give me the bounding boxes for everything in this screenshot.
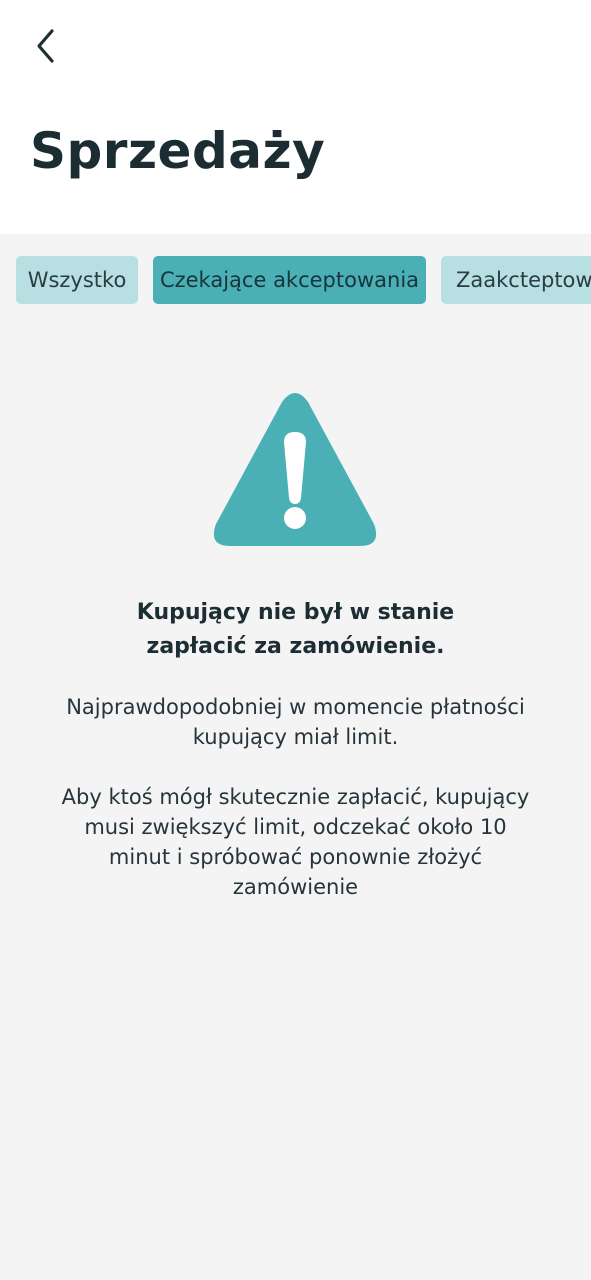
alert-title-line: Kupujący nie był w stanie <box>136 600 455 625</box>
filter-tabs: Wszystko Czekające akceptowania Zaakctep… <box>0 234 591 324</box>
chevron-left-icon <box>37 29 54 63</box>
tab-accepted[interactable]: Zaakcteptowane <box>441 256 591 304</box>
alert-paragraph-line: zamówienie <box>232 875 359 899</box>
tab-awaiting-acceptance[interactable]: Czekające akceptowania <box>153 256 426 304</box>
alert-paragraph-line: musi zwiększyć limit, odczekać około 10 <box>84 815 507 839</box>
warning-icon <box>213 393 377 546</box>
alert-paragraph-line: Aby ktoś mógł skutecznie zapłacić, kupuj… <box>61 785 530 809</box>
page-title: Sprzedaży <box>30 122 326 180</box>
alert-title-line: zapłacić za zamówienie. <box>146 634 445 659</box>
alert-title: Kupujący nie był w stanie zapłacić za za… <box>0 596 591 664</box>
alert-paragraph-line: Najprawdopodobniej w momencie płatności <box>66 695 525 719</box>
alert-paragraph: Aby ktoś mógł skutecznie zapłacić, kupuj… <box>0 782 591 902</box>
alert-paragraph: Najprawdopodobniej w momencie płatności … <box>0 692 591 752</box>
tab-all[interactable]: Wszystko <box>16 256 138 304</box>
header: Sprzedaży <box>0 0 591 234</box>
back-button[interactable] <box>24 24 68 68</box>
alert-paragraph-line: minut i spróbować ponownie złożyć <box>108 845 483 869</box>
alert-paragraph-line: kupujący miał limit. <box>192 725 399 749</box>
